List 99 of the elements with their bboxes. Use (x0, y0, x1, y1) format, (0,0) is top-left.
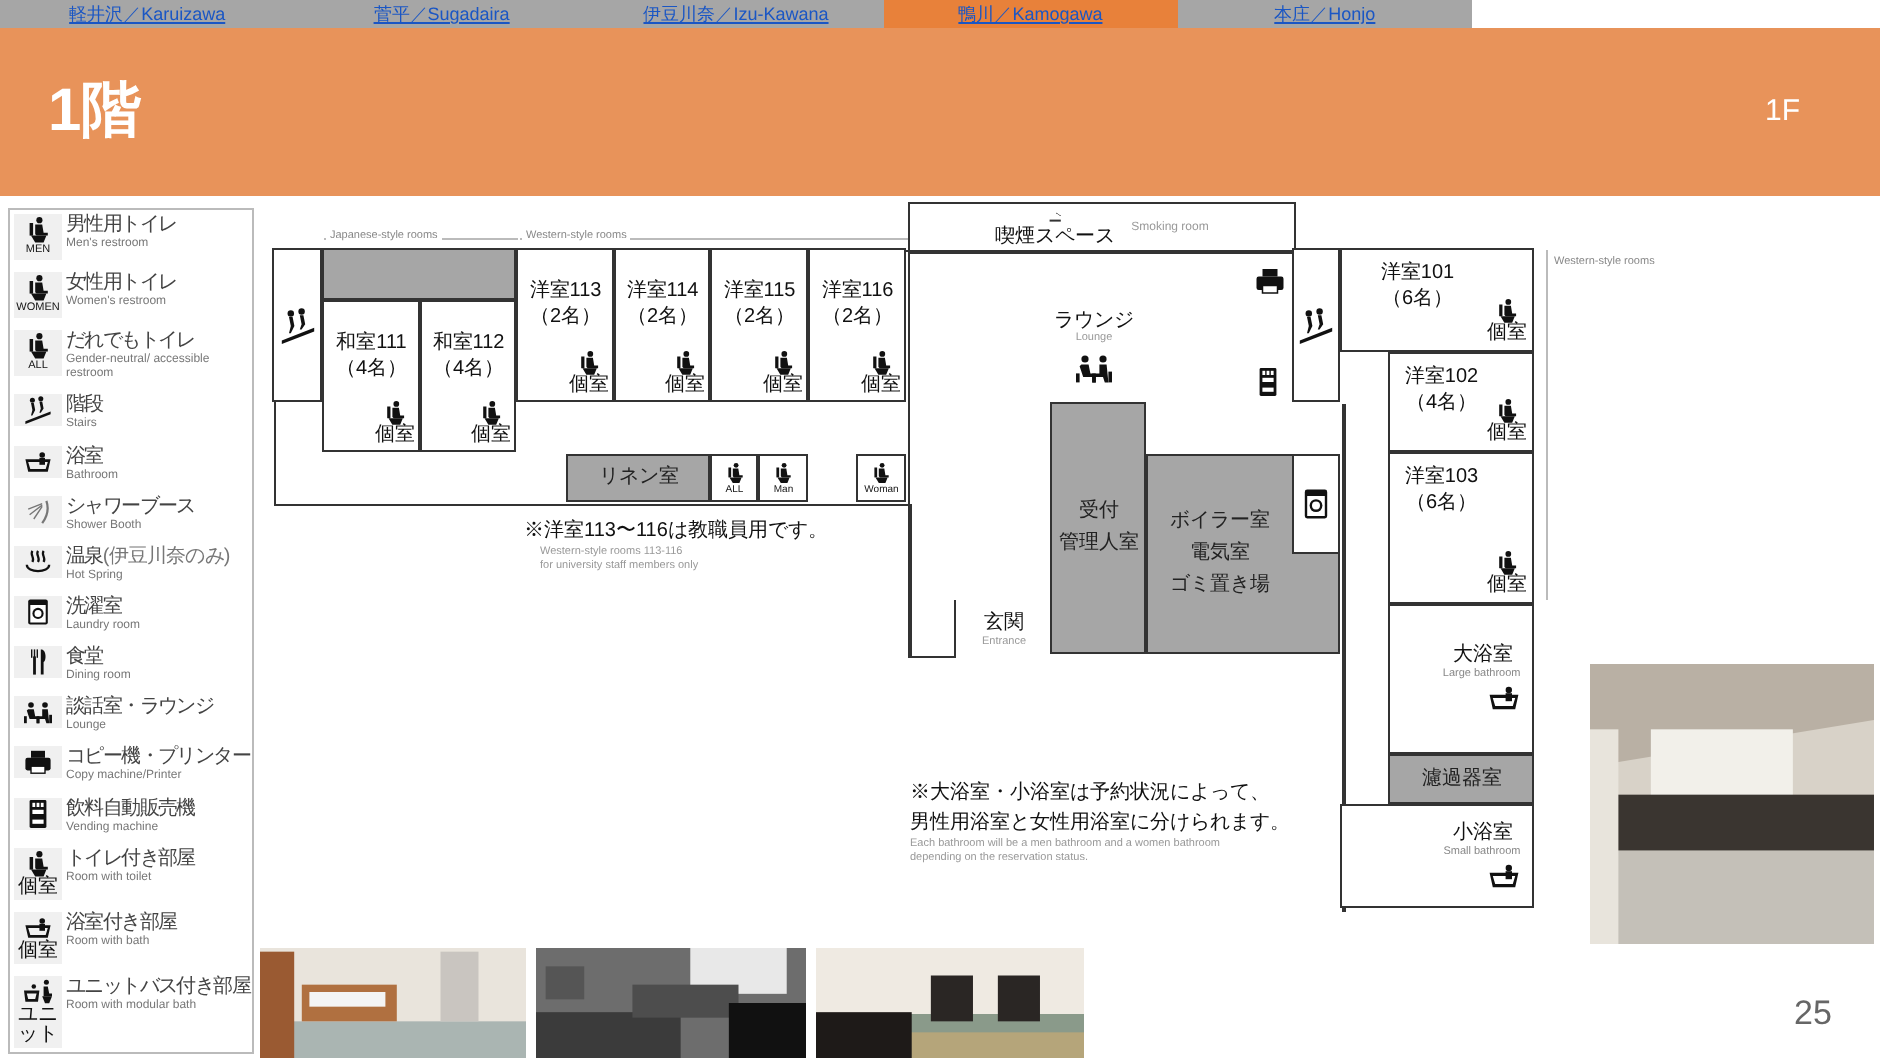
lounge-label: ラウンジ (1054, 310, 1134, 332)
room-capacity: （4名） (432, 356, 505, 383)
legend-label: 飲料自動販売機 (66, 797, 195, 821)
toilet-icon (575, 350, 602, 377)
legend-label: ユニットバス付き部屋 (66, 975, 251, 999)
washing-machine-icon (1300, 488, 1333, 521)
room-name: 洋室113 (529, 278, 602, 305)
toilet-icon (24, 332, 52, 361)
room-label: ボイラー室 (1169, 510, 1270, 535)
room-name: 小浴室 (1452, 821, 1515, 846)
toilet-icon (1493, 398, 1520, 425)
toilet-icon (381, 400, 408, 427)
legend-icon-label: ユニット (16, 1005, 60, 1046)
private-toilet-label: 個室 (1486, 576, 1527, 597)
toilet-icon (769, 350, 796, 377)
private-toilet-label: 個室 (762, 376, 803, 397)
private-toilet-label: 個室 (1486, 424, 1527, 445)
shower-icon (24, 497, 52, 526)
room-capacity: （4名） (335, 356, 408, 383)
private-toilet-label: 個室 (664, 376, 705, 397)
toilet-icon (1493, 298, 1520, 325)
washing-machine-icon (24, 597, 52, 626)
legend-note: (伊豆川奈のみ) (102, 545, 230, 569)
room-label: 受付 (1078, 500, 1119, 525)
legend-label: 洗濯室 (66, 595, 122, 619)
room-capacity: （6名） (1405, 490, 1478, 517)
legend-label: 階段 (66, 394, 103, 417)
note-text: 男性用浴室と女性用浴室に分けられます。 (910, 809, 1290, 838)
toilet-icon (870, 461, 893, 484)
stairs-icon (1298, 307, 1335, 344)
note-text: ※洋室113〜116は教職員用です。 (524, 517, 828, 546)
private-toilet-label: 個室 (568, 376, 609, 397)
legend-icon-label: 個室 (16, 941, 60, 962)
page-title: 1階 (48, 82, 142, 142)
toilet-icon (1493, 550, 1520, 577)
room-name: 洋室103 (1404, 464, 1479, 491)
legend-icon-label: 個室 (16, 877, 60, 898)
toilet-icon (24, 274, 52, 303)
toilet-icon (24, 216, 52, 244)
printer-icon (1252, 266, 1288, 296)
room-capacity: （2名） (626, 304, 699, 331)
room-label: 電気室 (1189, 542, 1250, 567)
room-label: ゴミ置き場 (1169, 574, 1270, 599)
stairs-icon (279, 307, 316, 344)
bathtub-icon (24, 913, 52, 942)
private-toilet-label: 個室 (1486, 324, 1527, 345)
room-capacity: （6名） (1381, 286, 1454, 313)
room-capacity: （2名） (529, 304, 602, 331)
bathtub-icon (1488, 682, 1521, 715)
smoking-area-label: 喫煙スペース (995, 226, 1116, 248)
seated-people-icon (24, 698, 52, 727)
room-name: 和室111 (336, 330, 407, 357)
legend-label: 談話室・ラウンジ (66, 696, 214, 719)
private-toilet-label: 個室 (860, 376, 901, 397)
legend-label: 男性用トイレ (66, 214, 177, 237)
private-toilet-label: 個室 (470, 426, 511, 447)
room-name: 洋室115 (723, 278, 796, 305)
toilet-icon (477, 400, 504, 427)
room-name: 洋室116 (821, 278, 894, 305)
note-text: ※大浴室・小浴室は予約状況によって、 (910, 779, 1272, 808)
toilet-icon (772, 461, 795, 484)
bathtub-toilet-icon (24, 977, 52, 1006)
bathtub-icon (1488, 859, 1521, 892)
room-name: 洋室114 (626, 278, 699, 305)
bathtub-icon (24, 447, 52, 476)
legend-label: コピー機・プリンター (66, 746, 251, 769)
entrance-label: 玄関 (984, 612, 1024, 636)
room-label: 濾過器室 (1421, 767, 1502, 792)
floor-label: 1F (1764, 91, 1800, 132)
toilet-icon (867, 350, 894, 377)
legend-label: 温泉 (66, 545, 103, 569)
room-capacity: （4名） (1405, 390, 1478, 417)
legend-label: 女性用トイレ (66, 272, 177, 295)
room-name: 大浴室 (1452, 644, 1515, 668)
toilet-icon (671, 350, 698, 377)
toilet-icon (723, 461, 746, 484)
hot-spring-icon (24, 547, 52, 576)
stairs-icon (24, 396, 52, 425)
printer-icon (24, 748, 52, 777)
legend-label: 浴室 (66, 445, 103, 469)
seated-people-icon (1070, 350, 1118, 386)
room-capacity: （2名） (821, 304, 894, 331)
room-label: リネン室 (598, 466, 679, 491)
room-name: 洋室101 (1380, 260, 1455, 287)
toilet-icon (24, 849, 52, 878)
room-capacity: （2名） (723, 304, 796, 331)
legend-label: シャワーブース (66, 495, 195, 519)
private-toilet-label: 個室 (374, 426, 415, 447)
cigarette-icon (1045, 210, 1066, 226)
legend-label: トイレ付き部屋 (66, 847, 195, 871)
legend-label: 浴室付き部屋 (66, 911, 177, 935)
page-number: 25 (1794, 992, 1832, 1036)
room-label: 管理人室 (1058, 532, 1139, 557)
legend-label: 食堂 (66, 646, 103, 669)
legend-label: だれでもトイレ (66, 330, 195, 353)
site-tab[interactable]: 鴨川／Kamogawa (883, 0, 1178, 28)
room-name: 洋室102 (1404, 364, 1479, 391)
vending-machine-icon (24, 799, 52, 828)
room-name: 和室112 (432, 330, 505, 357)
